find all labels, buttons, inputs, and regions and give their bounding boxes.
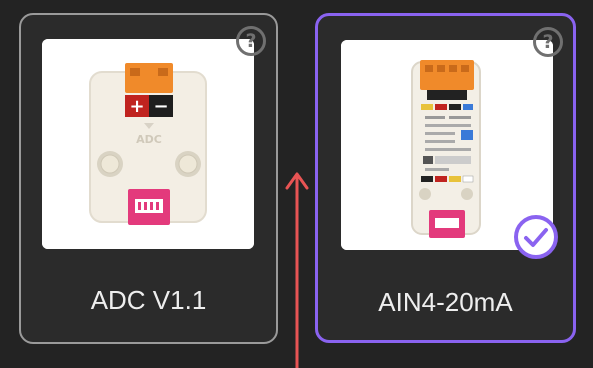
- adc-v1-1-unit-image: + − ADC: [42, 39, 254, 249]
- option-label-adc: ADC V1.1: [90, 285, 207, 315]
- option-label-ain: AIN4-20mA: [378, 287, 513, 317]
- adc-board-label: ADC: [136, 133, 162, 146]
- help-icon-adc[interactable]: ?: [236, 26, 266, 56]
- help-icon-ain[interactable]: ?: [533, 27, 563, 57]
- minus-label: −: [153, 96, 168, 117]
- plus-label: +: [129, 96, 144, 117]
- adc-unit-illustration: + − ADC: [42, 39, 254, 249]
- option-card-adc-v1-1[interactable]: + − ADC ? ADC V1.1: [19, 13, 278, 344]
- option-card-ain4-20ma[interactable]: ? AIN4-20mA: [315, 13, 576, 343]
- check-circle-icon: [514, 215, 558, 259]
- arrow-up-icon: [285, 172, 309, 368]
